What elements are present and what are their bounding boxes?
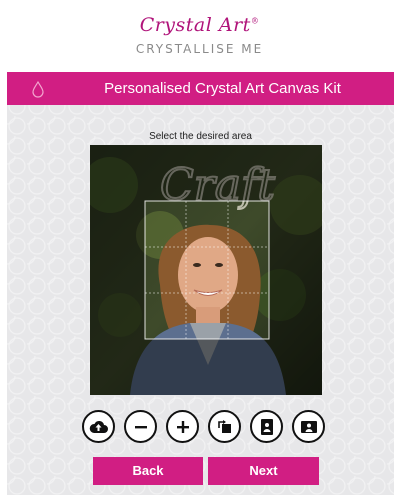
portrait-photo: Craft [90, 145, 322, 395]
image-toolbar [82, 410, 332, 446]
zoom-in-button[interactable] [166, 410, 199, 443]
landscape-orientation-icon [300, 420, 317, 433]
crop-canvas[interactable]: Craft [90, 145, 322, 395]
zoom-out-button[interactable] [124, 410, 157, 443]
portrait-orientation-icon [260, 418, 273, 435]
zoom-out-icon [134, 425, 147, 428]
back-button[interactable]: Back [93, 457, 203, 485]
upload-button[interactable] [82, 410, 115, 443]
brand-tagline: CRYSTALLISE ME [135, 42, 264, 56]
upload-cloud-icon [89, 420, 108, 433]
crystal-drop-icon [32, 80, 44, 98]
portrait-orientation-button[interactable] [250, 410, 283, 443]
header: Crystal Art® CRYSTALLISE ME [0, 0, 399, 72]
crop-instruction: Select the desired area [149, 131, 252, 142]
zoom-in-icon [176, 420, 189, 433]
rotate-button[interactable] [208, 410, 241, 443]
next-button[interactable]: Next [208, 457, 319, 485]
brand-name: Crystal Art [139, 14, 251, 36]
title-bar: Personalised Crystal Art Canvas Kit [7, 72, 394, 105]
brand-logo: Crystal Art® [0, 14, 399, 36]
page-title: Personalised Crystal Art Canvas Kit [104, 80, 341, 97]
rotate-icon [217, 419, 231, 433]
landscape-orientation-button[interactable] [292, 410, 325, 443]
trademark-mark: ® [250, 16, 260, 26]
